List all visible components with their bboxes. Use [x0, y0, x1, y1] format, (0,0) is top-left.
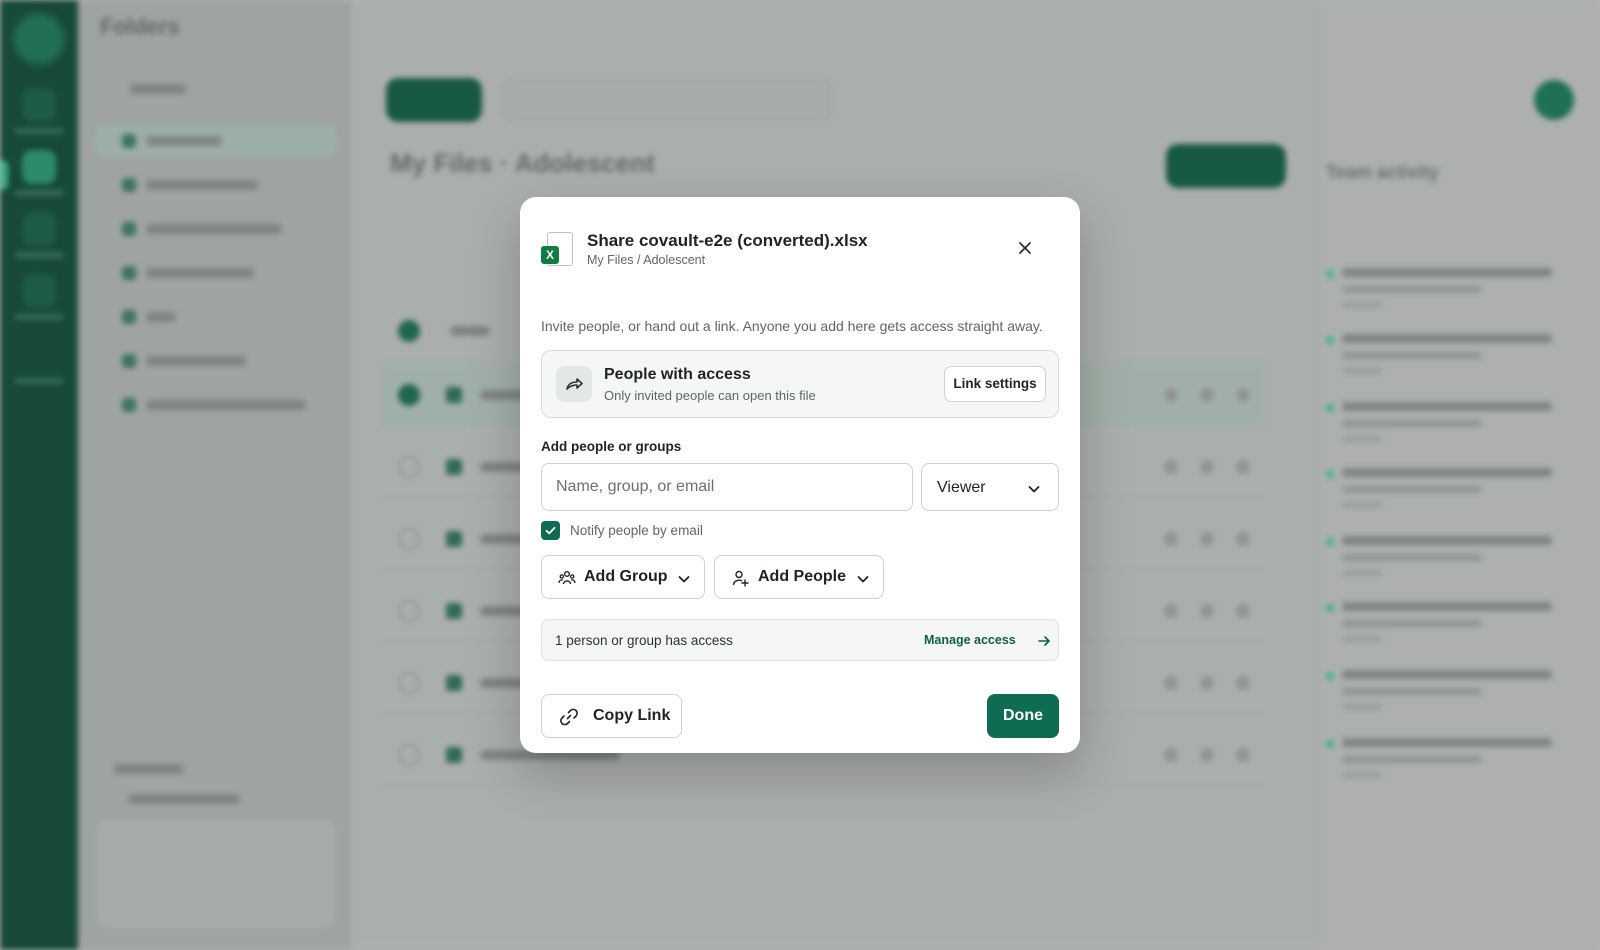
group-icon: [558, 571, 576, 585]
role-select-value: Viewer: [937, 479, 986, 496]
add-people-button[interactable]: Add People: [714, 555, 884, 599]
access-summary: 1 person or group has access Manage acce…: [541, 619, 1059, 661]
chevron-down-icon: [678, 576, 690, 583]
add-group-label: Add Group: [584, 568, 668, 585]
notify-checkbox[interactable]: Notify people by email: [541, 521, 741, 541]
copy-link-label: Copy Link: [593, 707, 671, 724]
intro-text: Invite people, or hand out a link. Anyon…: [541, 318, 1043, 334]
access-count: 1 person or group has access: [555, 633, 733, 648]
name-group-email-input[interactable]: [541, 463, 913, 511]
copy-link-button[interactable]: Copy Link: [541, 694, 682, 738]
manage-access-link[interactable]: Manage access: [924, 633, 1016, 647]
chevron-down-icon: [1028, 486, 1040, 493]
chevron-down-icon: [857, 576, 869, 583]
notify-label: Notify people by email: [570, 523, 703, 538]
access-card: People with access Only invited people c…: [541, 350, 1059, 418]
access-card-title: People with access: [604, 366, 751, 383]
add-group-button[interactable]: Add Group: [541, 555, 705, 599]
arrow-right-icon[interactable]: [1037, 634, 1051, 648]
check-icon: [541, 521, 560, 540]
close-icon: [1019, 242, 1031, 254]
add-people-label: Add People: [758, 568, 847, 585]
share-arrow-icon: [556, 366, 592, 402]
file-path: My Files / Adolescent: [587, 253, 706, 267]
role-select[interactable]: Viewer: [921, 463, 1059, 511]
link-settings-button[interactable]: Link settings: [944, 366, 1046, 402]
add-person-icon: [732, 570, 749, 587]
close-button[interactable]: [1014, 237, 1036, 259]
access-card-subtitle: Only invited people can open this file: [604, 388, 816, 403]
dialog-title: Share covault-e2e (converted).xlsx: [587, 231, 868, 250]
excel-file-icon: X: [541, 232, 573, 268]
share-dialog: X Share covault-e2e (converted).xlsx My …: [520, 197, 1080, 753]
done-button[interactable]: Done: [987, 694, 1059, 738]
link-icon: [560, 708, 578, 726]
add-people-label: Add people or groups: [541, 439, 682, 454]
